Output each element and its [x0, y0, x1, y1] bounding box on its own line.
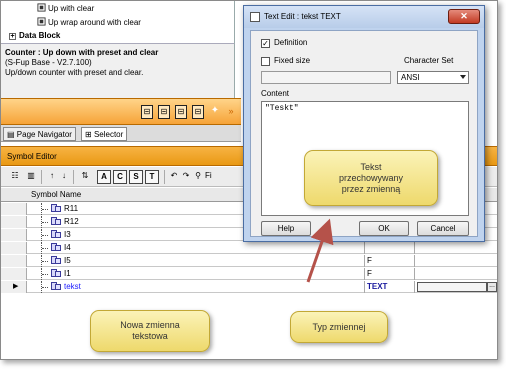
callout-line: przez zmienną: [341, 183, 401, 194]
callout-variable-type: Typ zmiennej: [290, 311, 388, 343]
callout-text-storage: Tekst przechowywany przez zmienną: [304, 150, 438, 206]
callout-new-variable: Nowa zmienna tekstowa: [90, 310, 210, 352]
callout-line: Tekst: [360, 161, 382, 172]
callout-line: przechowywany: [338, 172, 404, 183]
callout-line: tekstowa: [132, 331, 168, 341]
callout-line: Nowa zmienna: [120, 320, 180, 330]
arrow-to-dialog: [306, 218, 334, 283]
